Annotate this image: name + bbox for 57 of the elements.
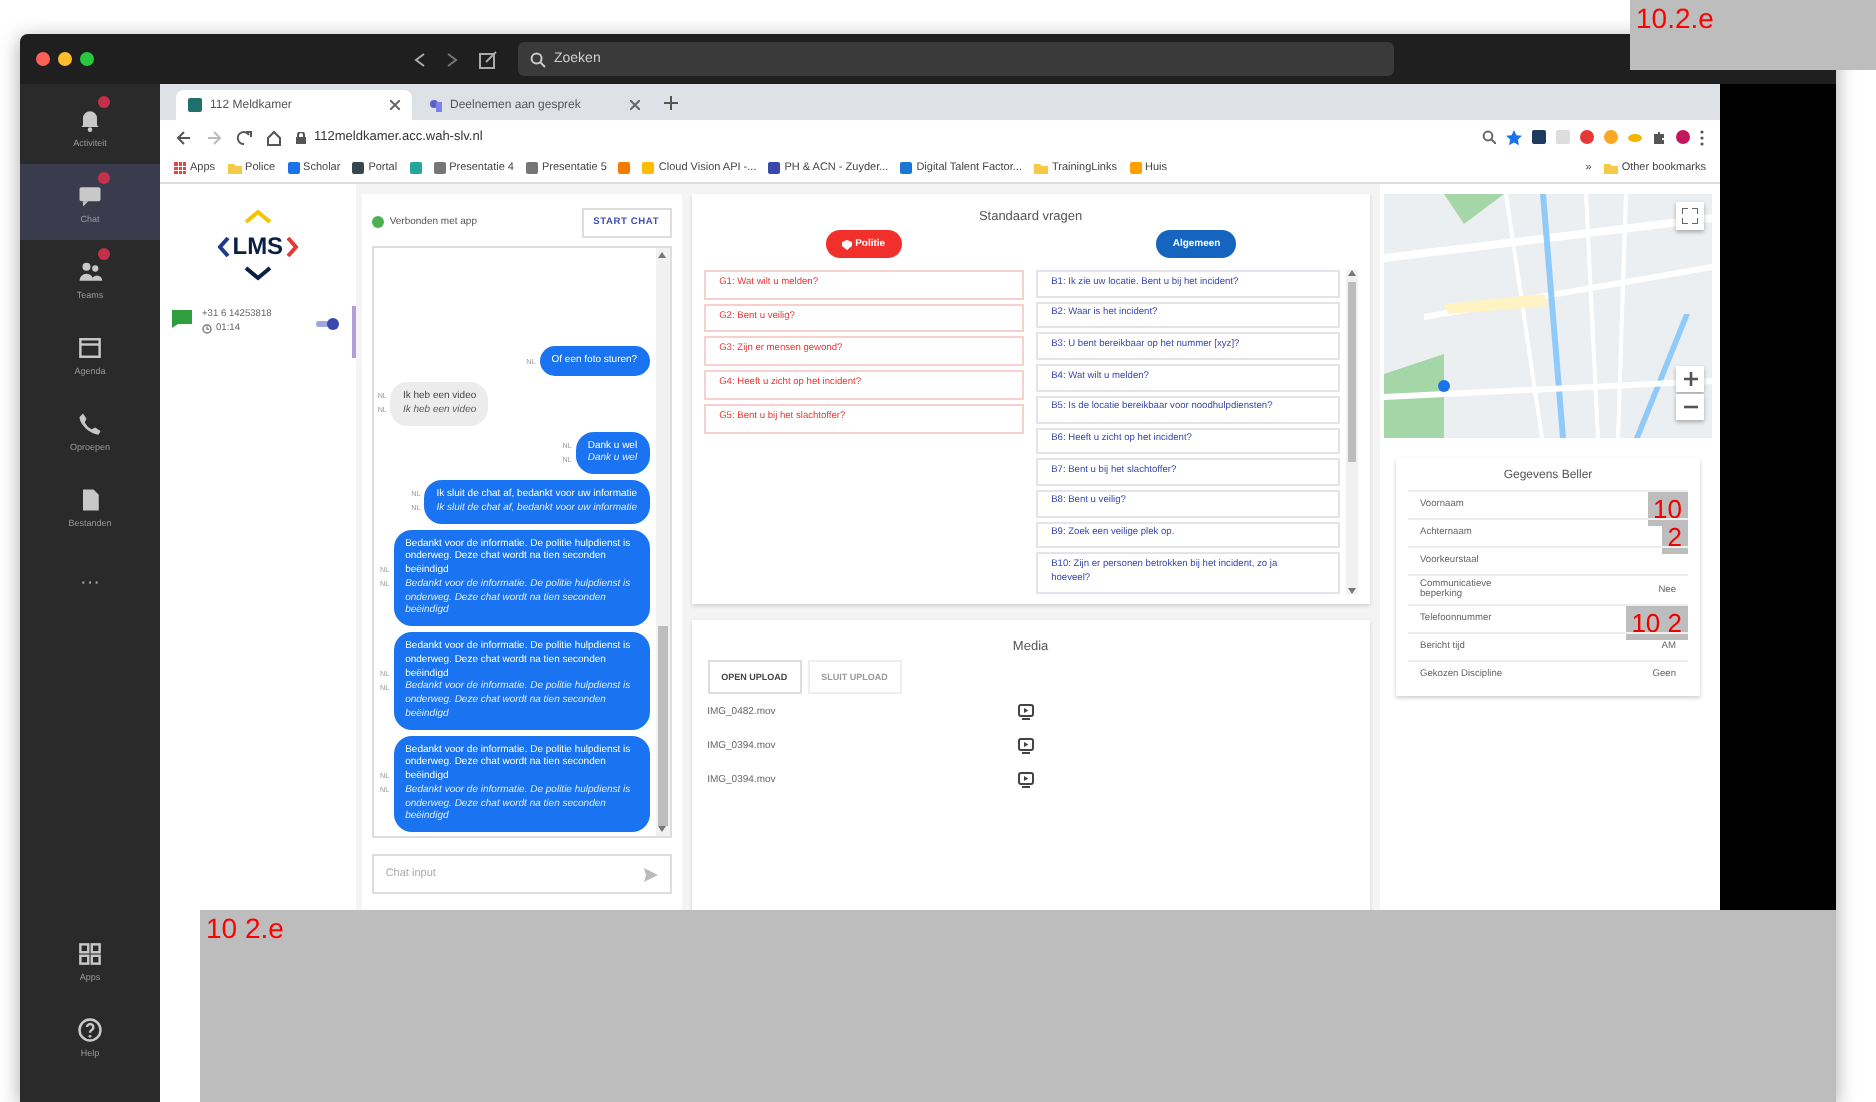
scrollbar[interactable]	[1346, 270, 1358, 594]
bracket-right-icon	[285, 235, 298, 257]
bell-icon	[76, 105, 104, 133]
bracket-left-icon	[218, 235, 231, 257]
arrow-up-icon[interactable]	[1348, 270, 1356, 276]
folder-icon	[1033, 162, 1048, 174]
rail-item[interactable]: ···	[20, 544, 160, 620]
chat-icon	[76, 181, 104, 209]
arrow-down-icon[interactable]	[658, 826, 667, 832]
avatar-icon[interactable]	[1676, 130, 1690, 144]
redaction-label: 10 2	[1625, 606, 1688, 640]
folder-icon	[1603, 162, 1618, 174]
compose-icon[interactable]	[478, 49, 498, 69]
redaction-label: 10.2.e	[1636, 2, 1714, 34]
redaction-label: 2	[1661, 520, 1688, 554]
video-player-icon[interactable]	[1017, 737, 1034, 753]
arrow-up-icon[interactable]	[658, 252, 667, 258]
phone-icon	[76, 409, 104, 437]
video-player-icon[interactable]	[1017, 703, 1034, 719]
toggle-icon[interactable]	[315, 318, 340, 330]
back-icon[interactable]	[176, 129, 192, 145]
calendar-icon	[76, 333, 104, 361]
logo-text: LMS	[232, 232, 284, 260]
reload-icon[interactable]	[236, 129, 252, 145]
apps-grid-icon	[174, 162, 186, 174]
forward-icon[interactable]	[446, 51, 458, 67]
people-icon	[76, 257, 104, 285]
star-icon[interactable]	[1506, 129, 1522, 145]
chat-icon	[172, 310, 192, 328]
help-icon	[76, 1015, 104, 1043]
puzzle-icon[interactable]	[1652, 130, 1666, 144]
close-icon[interactable]	[390, 100, 400, 110]
fullscreen-icon[interactable]	[1682, 208, 1698, 224]
people-icon	[428, 98, 442, 112]
search-icon[interactable]	[1482, 130, 1496, 144]
search-icon	[530, 51, 546, 67]
arrow-down-icon[interactable]	[1348, 587, 1356, 594]
lock-icon	[296, 131, 306, 143]
zoom-in-button[interactable]	[1676, 366, 1704, 392]
window-controls[interactable]	[36, 52, 94, 66]
clock-icon	[202, 324, 212, 334]
new-tab-icon[interactable]	[664, 96, 678, 110]
zoom-out-button[interactable]	[1676, 394, 1704, 420]
chevron-down-icon[interactable]	[243, 266, 272, 282]
folder-icon	[227, 162, 242, 174]
plus-icon[interactable]	[1683, 372, 1697, 386]
scrollbar[interactable]	[655, 248, 670, 836]
minus-icon[interactable]	[1683, 400, 1697, 414]
shield-icon	[841, 239, 852, 249]
back-icon[interactable]	[414, 51, 426, 67]
fullscreen-button[interactable]	[1676, 202, 1704, 230]
redaction-label: 10 2.e	[206, 912, 284, 944]
apps-grid-icon	[76, 939, 104, 967]
close-icon[interactable]	[630, 100, 640, 110]
home-icon[interactable]	[266, 129, 282, 145]
video-player-icon[interactable]	[1017, 771, 1034, 787]
site-icon	[188, 98, 202, 112]
